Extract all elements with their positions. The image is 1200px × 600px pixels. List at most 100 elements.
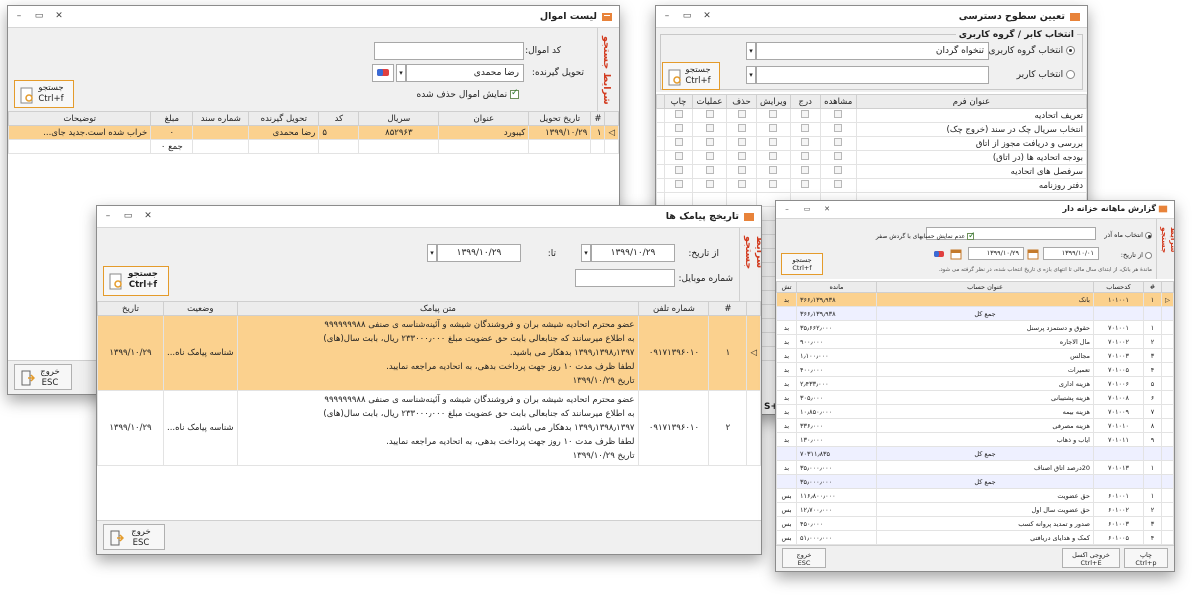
col-amount[interactable]: مبلغ [150, 111, 194, 126]
permission-checkbox[interactable] [737, 124, 746, 132]
col-delivery-date[interactable]: تاریخ تحویل [528, 111, 592, 126]
permission-checkbox[interactable] [834, 180, 843, 188]
table-row[interactable]: ۷ ۷۰۱۰۰۹ هزینه بیمه ۱۰٫۸۵۰٫۰۰۰ بد [776, 404, 1174, 419]
table-row[interactable]: ۶ ۷۰۱۰۰۸ هزینه پشتیبانی ۳۰۵٫۰۰۰ بد [776, 390, 1174, 405]
col-sms-text[interactable]: متن پیامک [236, 301, 640, 316]
permission-checkbox[interactable] [801, 110, 810, 118]
col-receiver[interactable]: تحویل گیرنده [248, 111, 320, 126]
permission-checkbox[interactable] [674, 152, 683, 160]
close-icon[interactable]: ✕ [143, 211, 153, 221]
col-description[interactable]: توضیحات [8, 111, 152, 126]
date-radio-row[interactable]: از تاریخ: [1121, 251, 1152, 259]
permission-checkbox[interactable] [737, 180, 746, 188]
permission-checkbox[interactable] [705, 152, 714, 160]
user-radio-row[interactable]: انتخاب کاربر [1017, 70, 1075, 80]
table-row[interactable]: انتخاب سریال چک در سند (خروج چک) [656, 122, 1087, 137]
from-date-input[interactable]: ۱۳۹۹/۱۰/۰۱ [1043, 247, 1099, 260]
col-balance[interactable]: مانده [796, 281, 877, 293]
permission-checkbox[interactable] [674, 166, 683, 174]
search-side-tab[interactable]: شرایط جستجو [1156, 219, 1174, 279]
col-form-title[interactable]: عنوان فرم [855, 94, 1087, 109]
permission-checkbox[interactable] [769, 110, 778, 118]
receiver-dropdown[interactable]: ▾ [396, 64, 406, 82]
date-radio[interactable] [1145, 251, 1152, 259]
permission-checkbox[interactable] [705, 138, 714, 146]
clear-button[interactable] [372, 64, 394, 82]
permission-checkbox[interactable] [834, 124, 843, 132]
no-zero-row[interactable]: عدم نمایش حسابهای با گردش صفر [876, 231, 976, 241]
permission-checkbox[interactable] [769, 138, 778, 146]
table-row[interactable]: جمع کل ۷۰۳۱۱٫۸۳۵ [776, 446, 1174, 461]
exit-button[interactable]: خروج ESC [103, 524, 165, 550]
permission-checkbox[interactable] [801, 166, 810, 174]
col-phone[interactable]: شماره تلفن [638, 301, 710, 316]
col-debit-credit[interactable]: تش [776, 281, 797, 293]
col-account-code[interactable]: کدحساب [1093, 281, 1144, 293]
col-delete[interactable]: حذف [726, 94, 757, 109]
table-row[interactable]: ◁ ۱ ۱۳۹۹/۱۰/۲۹ کیبورد ۸۵۲۹۶۳ ۵ رضا محمدی… [8, 125, 619, 140]
table-row[interactable]: ۸ ۷۰۱۰۱۰ هزینه مصرفی ۳۳۶٫۰۰۰ بد [776, 418, 1174, 433]
col-title[interactable]: عنوان [438, 111, 530, 126]
to-date-input[interactable]: ۱۳۹۹/۱۰/۲۹ [968, 247, 1024, 260]
no-zero-checkbox[interactable] [967, 231, 976, 241]
col-doc-number[interactable]: شماره سند [192, 111, 250, 126]
table-row[interactable]: ▷ ۱ ۱۰۱۰۰۱ بانک ۳۶۶٫۱۳۹٫۹۳۸ بد [776, 292, 1174, 307]
table-row[interactable]: ◁ ۱ ۰۹۱۷۱۳۹۶۰۱۰ عضو محترم اتحادیه شیشه بران… [97, 315, 761, 391]
maximize-icon[interactable]: ▭ [802, 204, 812, 214]
table-row[interactable]: ۲ ۰۹۱۷۱۳۹۶۰۱۰ عضو محترم اتحادیه شیشه بران … [97, 390, 761, 466]
table-row[interactable]: ۳ ۶۰۱۰۰۳ صدور و تمدید پروانه کسب ۴۵۰٫۰۰۰ بس [776, 516, 1174, 531]
table-row[interactable]: ۴ ۷۰۱۰۰۵ تعمیرات ۴۰۰٫۰۰۰ بد [776, 362, 1174, 377]
to-date-input[interactable]: ۱۳۹۹/۱۰/۲۹ [437, 244, 521, 262]
col-operations[interactable]: عملیات [692, 94, 727, 109]
table-row[interactable]: ۱ ۷۰۱۰۱۳ 20درصد اتاق اصناف ۳۵٫۰۰۰٫۰۰۰ بد [776, 460, 1174, 475]
table-row[interactable]: سرفصل های اتحادیه [656, 164, 1087, 179]
from-date-dropdown[interactable]: ▾ [581, 244, 591, 262]
search-button[interactable]: جستجو Ctrl+f [103, 266, 169, 296]
permission-checkbox[interactable] [674, 180, 683, 188]
col-date[interactable]: تاریخ [97, 301, 164, 316]
exit-button[interactable]: خروج ESC [782, 548, 826, 568]
show-deleted-checkbox[interactable] [510, 88, 519, 99]
table-row[interactable]: ۳ ۷۰۱۰۰۳ مجالس ۱٫۱۰۰٫۰۰۰ بد [776, 348, 1174, 363]
permission-checkbox[interactable] [705, 166, 714, 174]
col-status[interactable]: وضعیت [163, 301, 238, 316]
calendar-icon[interactable] [950, 248, 962, 260]
table-row[interactable]: ۲ ۶۰۱۰۰۲ حق عضویت سال اول ۱۲٫۷۰۰٫۰۰۰ بس [776, 502, 1174, 517]
permission-checkbox[interactable] [674, 138, 683, 146]
permission-checkbox[interactable] [737, 110, 746, 118]
to-date-dropdown[interactable]: ▾ [427, 244, 437, 262]
close-icon[interactable]: ✕ [702, 11, 712, 21]
permission-checkbox[interactable] [737, 166, 746, 174]
permission-checkbox[interactable] [674, 124, 683, 132]
table-row[interactable]: بررسی و دریافت مجوز از اتاق [656, 136, 1087, 151]
col-print[interactable]: چاپ [664, 94, 693, 109]
permission-checkbox[interactable] [705, 180, 714, 188]
col-insert[interactable]: درج [789, 94, 821, 109]
permission-checkbox[interactable] [801, 152, 810, 160]
permission-checkbox[interactable] [769, 152, 778, 160]
search-side-tab[interactable]: شرایط جستجو [739, 228, 761, 301]
search-button[interactable]: جستجو Ctrl+f [781, 253, 823, 275]
col-index[interactable]: # [708, 301, 748, 316]
group-select-input[interactable]: تنخواه گردان [756, 42, 989, 60]
permission-checkbox[interactable] [769, 166, 778, 174]
table-row[interactable]: ۱ ۶۰۱۰۰۱ حق عضویت ۱۱۶٫۸۰۰٫۰۰۰ بس [776, 488, 1174, 503]
col-view[interactable]: مشاهده [819, 94, 857, 109]
table-row[interactable]: ۵ ۷۰۱۰۰۶ هزینه اداری ۲٫۴۳۳٫۰۰۰ بد [776, 376, 1174, 391]
excel-export-button[interactable]: خروجی اکسل Ctrl+E [1062, 548, 1120, 568]
calendar-icon[interactable] [1027, 248, 1039, 260]
month-radio-row[interactable]: انتخاب ماه آذر [1104, 231, 1152, 239]
col-serial[interactable]: سریال [358, 111, 440, 126]
close-icon[interactable]: ✕ [822, 204, 832, 214]
group-radio-row[interactable]: انتخاب گروه کاربری [988, 46, 1075, 56]
show-deleted-row[interactable]: نمایش اموال حذف شده [417, 88, 519, 100]
permission-checkbox[interactable] [705, 110, 714, 118]
mobile-input[interactable] [575, 269, 675, 287]
table-row[interactable]: ۹ ۷۰۱۰۱۱ ایاب و ذهاب ۱۳۰٫۰۰۰ بد [776, 432, 1174, 447]
table-row[interactable]: ۴ ۶۰۱۰۰۵ کمک و هدایای دریافتی ۵۱٫۰۰۰٫۰۰۰ بس [776, 530, 1174, 545]
select-user-radio[interactable] [1066, 70, 1075, 79]
permission-checkbox[interactable] [737, 138, 746, 146]
permission-checkbox[interactable] [769, 124, 778, 132]
group-dropdown[interactable]: ▾ [746, 42, 756, 60]
permission-checkbox[interactable] [834, 110, 843, 118]
